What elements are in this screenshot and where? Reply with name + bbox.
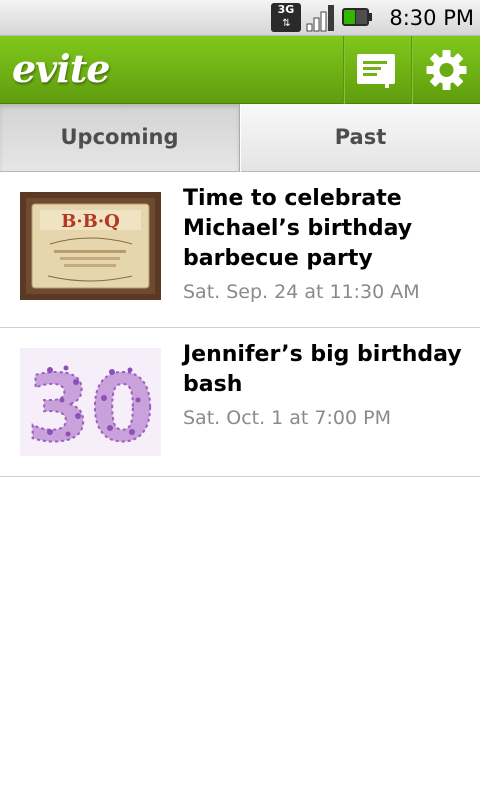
- status-bar: 3G ⇅ 8:30 PM: [0, 0, 480, 36]
- new-invitation-icon: [357, 54, 395, 88]
- evite-logo: evite: [12, 46, 110, 91]
- svg-text:30: 30: [26, 355, 154, 456]
- event-list: B·B·Q Time to celebrate Michael’s birthd…: [0, 172, 480, 477]
- clock: 8:30 PM: [389, 6, 474, 30]
- event-date: Sat. Oct. 1 at 7:00 PM: [183, 407, 391, 429]
- battery-icon: [342, 8, 372, 26]
- signal-bars-icon: [306, 5, 334, 32]
- data-arrows-icon: ⇅: [282, 18, 290, 29]
- svg-text:B·B·Q: B·B·Q: [61, 211, 120, 232]
- event-title: Time to celebrate Michael’s birthday bar…: [183, 186, 413, 271]
- tab-upcoming[interactable]: Upcoming: [0, 104, 240, 172]
- gear-icon: [426, 50, 467, 90]
- event-title: Jennifer’s big birthday bash: [183, 342, 462, 397]
- event-date: Sat. Sep. 24 at 11:30 AM: [183, 281, 420, 303]
- event-details: Time to celebrate Michael’s birthday bar…: [183, 184, 473, 307]
- app-header: evite: [0, 36, 480, 104]
- list-item[interactable]: B·B·Q Time to celebrate Michael’s birthd…: [0, 172, 480, 328]
- network-type-label: 3G: [277, 3, 295, 16]
- bbq-invitation-thumbnail: B·B·Q: [20, 192, 161, 300]
- new-invitation-button[interactable]: [345, 36, 411, 104]
- tab-past[interactable]: Past: [241, 104, 480, 172]
- list-item[interactable]: 30 Jennifer’s big birthday bash Sat. Oct…: [0, 328, 480, 477]
- floral-30-thumbnail: 30: [20, 348, 161, 456]
- settings-button[interactable]: [413, 36, 480, 104]
- event-details: Jennifer’s big birthday bash Sat. Oct. 1…: [183, 340, 473, 433]
- network-3g-icon: 3G ⇅: [271, 3, 301, 32]
- tab-bar: Upcoming Past: [0, 104, 480, 172]
